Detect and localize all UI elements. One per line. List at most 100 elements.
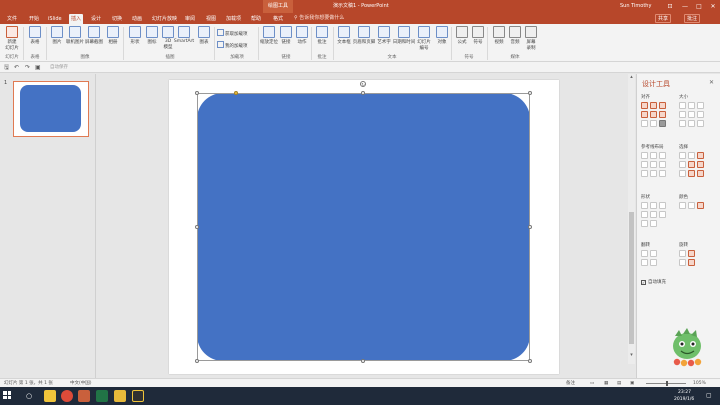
rotate-icon[interactable] (688, 250, 695, 257)
slide-canvas[interactable]: ↻ (96, 74, 631, 378)
tab-islide[interactable]: iSlide (46, 14, 64, 24)
size-icon[interactable] (688, 120, 695, 127)
zoom-slider-knob[interactable] (666, 381, 668, 386)
tab-home[interactable]: 开始 (27, 14, 41, 24)
scroll-up-icon[interactable]: ▴ (628, 74, 635, 80)
windows-start-icon[interactable] (3, 391, 11, 399)
resize-handle-e[interactable] (528, 225, 532, 229)
flip-v-icon[interactable] (650, 250, 657, 257)
select-icon[interactable] (688, 152, 695, 159)
scrollbar-thumb[interactable] (629, 212, 634, 344)
guide-icon[interactable] (650, 161, 657, 168)
tab-design[interactable]: 设计 (89, 14, 103, 24)
action-button[interactable]: 动作 (291, 26, 313, 45)
auto-fit-checkbox[interactable]: ✓ 自动填充 (641, 279, 666, 285)
guide-icon[interactable] (641, 152, 648, 159)
comments-button[interactable]: 批注 (684, 14, 701, 23)
resize-handle-sw[interactable] (195, 359, 199, 363)
my-addins-button[interactable]: 我的加载项 (217, 41, 248, 49)
select-icon[interactable] (679, 161, 686, 168)
powerpoint-icon[interactable] (78, 390, 90, 402)
rotate-icon[interactable] (688, 259, 695, 266)
guide-icon[interactable] (659, 152, 666, 159)
shape-op-icon[interactable] (650, 220, 657, 227)
resize-handle-se[interactable] (528, 359, 532, 363)
size-icon[interactable] (688, 111, 695, 118)
resize-handle-nw[interactable] (195, 91, 199, 95)
resize-handle-ne[interactable] (528, 91, 532, 95)
shape-op-icon[interactable] (641, 211, 648, 218)
flip-icon[interactable] (650, 259, 657, 266)
select-icon[interactable] (688, 170, 695, 177)
shape-op-icon[interactable] (650, 202, 657, 209)
color-icon[interactable] (688, 202, 695, 209)
same-width-icon[interactable] (679, 102, 686, 109)
chrome-icon[interactable] (61, 390, 73, 402)
guide-icon[interactable] (641, 161, 648, 168)
select-icon[interactable] (697, 161, 704, 168)
slide[interactable]: ↻ (169, 80, 559, 374)
tab-view[interactable]: 视图 (204, 14, 218, 24)
tab-insert[interactable]: 插入 (69, 14, 84, 24)
tab-addins[interactable]: 加载项 (224, 14, 243, 24)
resize-handle-w[interactable] (195, 225, 199, 229)
align-center-icon[interactable] (650, 102, 657, 109)
object-button[interactable]: 对象 (431, 26, 453, 45)
start-slideshow-icon[interactable]: ▣ (35, 63, 41, 72)
shape-op-icon[interactable] (659, 211, 666, 218)
comment-button[interactable]: 批注 (311, 26, 333, 45)
guide-icon[interactable] (659, 170, 666, 177)
table-button[interactable]: 表格 (24, 26, 46, 45)
size-icon[interactable] (697, 111, 704, 118)
align-slide-icon[interactable] (659, 120, 666, 127)
undo-icon[interactable]: ↶ (14, 63, 19, 72)
shape-op-icon[interactable] (659, 202, 666, 209)
size-icon[interactable] (679, 120, 686, 127)
select-icon[interactable] (697, 170, 704, 177)
guide-icon[interactable] (650, 152, 657, 159)
tab-format[interactable]: 格式 (271, 14, 285, 24)
shape-op-icon[interactable] (650, 211, 657, 218)
ribbon-display-icon[interactable]: ⊡ (662, 0, 678, 13)
tab-file[interactable]: 文件 (5, 14, 19, 24)
tab-transitions[interactable]: 切换 (110, 14, 124, 24)
symbol-button[interactable]: 符号 (467, 26, 489, 45)
vertical-scrollbar[interactable]: ▴ ▾ (628, 74, 635, 364)
tell-me-search[interactable]: ⚲ 告诉我你想要做什么 (294, 14, 344, 23)
slide-thumbnail[interactable] (13, 81, 89, 137)
select-icon[interactable] (679, 152, 686, 159)
slide-thumbnail-pane[interactable]: 1 (0, 74, 96, 378)
guide-icon[interactable] (641, 170, 648, 177)
new-slide-button[interactable]: 新建 幻灯片 (1, 26, 23, 51)
resize-handle-s[interactable] (361, 359, 365, 363)
flip-icon[interactable] (641, 259, 648, 266)
shape-op-icon[interactable] (641, 202, 648, 209)
resize-handle-n[interactable] (361, 91, 365, 95)
user-name[interactable]: Sun Timothy (620, 0, 651, 13)
folder-icon[interactable] (114, 390, 126, 402)
align-top-icon[interactable] (641, 111, 648, 118)
notification-icon[interactable]: ▢ (706, 391, 712, 400)
align-left-icon[interactable] (641, 102, 648, 109)
size-icon[interactable] (679, 111, 686, 118)
tab-animations[interactable]: 动画 (130, 14, 144, 24)
chart-button[interactable]: 图表 (193, 26, 215, 45)
close-icon[interactable]: ✕ (709, 79, 714, 86)
same-height-icon[interactable] (688, 102, 695, 109)
corner-adjust-handle[interactable] (234, 91, 238, 95)
rotate-icon[interactable] (679, 250, 686, 257)
file-explorer-icon[interactable] (44, 390, 56, 402)
close-button[interactable]: ✕ (705, 0, 720, 13)
align-right-icon[interactable] (659, 102, 666, 109)
select-icon[interactable] (697, 152, 704, 159)
shape-op-icon[interactable] (641, 220, 648, 227)
app-icon[interactable] (132, 390, 144, 402)
color-icon[interactable] (697, 202, 704, 209)
screen-record-button[interactable]: 屏幕 录制 (520, 26, 542, 51)
save-icon[interactable]: 🖫 (4, 63, 9, 72)
flip-h-icon[interactable] (641, 250, 648, 257)
share-button[interactable]: 共享 (655, 14, 672, 23)
distribute-v-icon[interactable] (650, 120, 657, 127)
get-addins-button[interactable]: 获取加载项 (217, 29, 248, 37)
same-size-icon[interactable] (697, 102, 704, 109)
